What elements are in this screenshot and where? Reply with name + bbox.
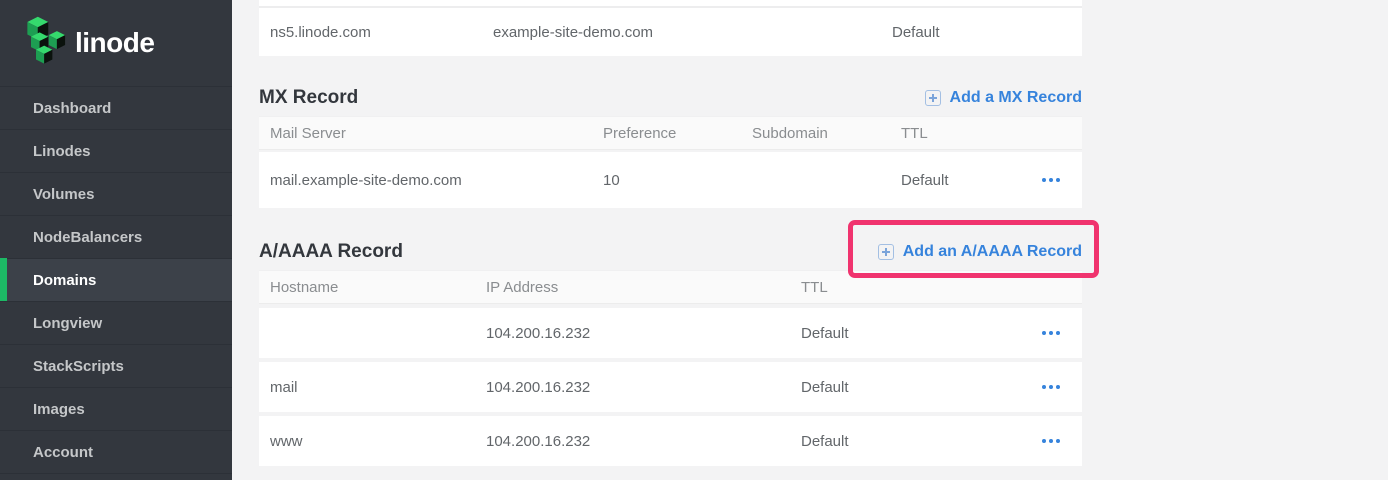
sidebar-item-label: Images: [33, 401, 85, 418]
sidebar-nav: Dashboard Linodes Volumes NodeBalancers …: [0, 86, 232, 474]
sidebar-item-domains[interactable]: Domains: [0, 258, 232, 301]
ns-ttl-cell: Default: [892, 24, 1082, 41]
a-col-hostname: Hostname: [259, 279, 486, 296]
plus-square-icon: [878, 244, 894, 260]
sidebar-item-images[interactable]: Images: [0, 387, 232, 430]
a-ttl-cell: Default: [801, 433, 1026, 450]
mx-col-ttl: TTL: [901, 125, 1026, 142]
actions-menu-icon[interactable]: [1026, 416, 1082, 466]
a-section-title: A/AAAA Record: [259, 241, 403, 263]
mx-col-preference: Preference: [603, 125, 752, 142]
sidebar: linode Dashboard Linodes Volumes NodeBal…: [0, 0, 232, 480]
plus-square-icon: [925, 90, 941, 106]
mx-table-header: Mail Server Preference Subdomain TTL: [259, 116, 1082, 150]
mx-section-header: MX Record Add a MX Record: [259, 80, 1082, 116]
a-col-ip-address: IP Address: [486, 279, 801, 296]
sidebar-item-label: Volumes: [33, 186, 94, 203]
mx-col-subdomain: Subdomain: [752, 125, 901, 142]
actions-menu-icon[interactable]: [1026, 308, 1082, 358]
a-ip-cell: 104.200.16.232: [486, 433, 801, 450]
a-hostname-cell: mail: [259, 379, 486, 396]
ns-name-server-cell: ns5.linode.com: [259, 24, 493, 41]
add-a-record-label: Add an A/AAAA Record: [903, 243, 1082, 261]
ns-record-row: ns5.linode.com example-site-demo.com Def…: [259, 8, 1082, 56]
sidebar-item-linodes[interactable]: Linodes: [0, 129, 232, 172]
a-ttl-cell: Default: [801, 325, 1026, 342]
a-col-ttl: TTL: [801, 279, 1026, 296]
app-window: linode Dashboard Linodes Volumes NodeBal…: [0, 0, 1388, 480]
a-record-row: www 104.200.16.232 Default: [259, 416, 1082, 466]
a-hostname-cell: www: [259, 433, 486, 450]
sidebar-item-dashboard[interactable]: Dashboard: [0, 86, 232, 129]
sidebar-item-label: Account: [33, 444, 93, 461]
sidebar-item-label: Domains: [33, 272, 96, 289]
a-ip-cell: 104.200.16.232: [486, 325, 801, 342]
ns-subdomain-cell: example-site-demo.com: [493, 24, 892, 41]
sidebar-item-stackscripts[interactable]: StackScripts: [0, 344, 232, 387]
sidebar-item-label: Longview: [33, 315, 102, 332]
sidebar-item-nodebalancers[interactable]: NodeBalancers: [0, 215, 232, 258]
logo-wordmark: linode: [75, 27, 154, 59]
sidebar-item-label: StackScripts: [33, 358, 124, 375]
sidebar-item-volumes[interactable]: Volumes: [0, 172, 232, 215]
main-content: ns5.linode.com example-site-demo.com Def…: [232, 0, 1388, 480]
mx-mail-server-cell: mail.example-site-demo.com: [259, 172, 603, 189]
sidebar-item-label: NodeBalancers: [33, 229, 142, 246]
linode-logo-icon: [26, 16, 66, 71]
mx-ttl-cell: Default: [901, 172, 1026, 189]
linode-logo[interactable]: linode: [0, 0, 232, 86]
a-ttl-cell: Default: [801, 379, 1026, 396]
add-mx-record-button[interactable]: Add a MX Record: [925, 89, 1082, 107]
actions-menu-icon[interactable]: [1026, 152, 1082, 208]
a-record-row: 104.200.16.232 Default: [259, 308, 1082, 358]
actions-menu-icon[interactable]: [1026, 362, 1082, 412]
a-table-header: Hostname IP Address TTL: [259, 270, 1082, 304]
mx-section-title: MX Record: [259, 87, 358, 109]
mx-record-row: mail.example-site-demo.com 10 Default: [259, 152, 1082, 208]
a-section-header: A/AAAA Record Add an A/AAAA Record: [259, 234, 1082, 270]
sidebar-item-account[interactable]: Account: [0, 430, 232, 473]
sidebar-item-label: Dashboard: [33, 100, 111, 117]
sidebar-item-longview[interactable]: Longview: [0, 301, 232, 344]
a-ip-cell: 104.200.16.232: [486, 379, 801, 396]
add-a-record-button[interactable]: Add an A/AAAA Record: [878, 243, 1082, 261]
sidebar-item-label: Linodes: [33, 143, 91, 160]
mx-preference-cell: 10: [603, 172, 752, 189]
a-record-row: mail 104.200.16.232 Default: [259, 362, 1082, 412]
add-mx-record-label: Add a MX Record: [950, 89, 1082, 107]
mx-col-mail-server: Mail Server: [259, 125, 603, 142]
